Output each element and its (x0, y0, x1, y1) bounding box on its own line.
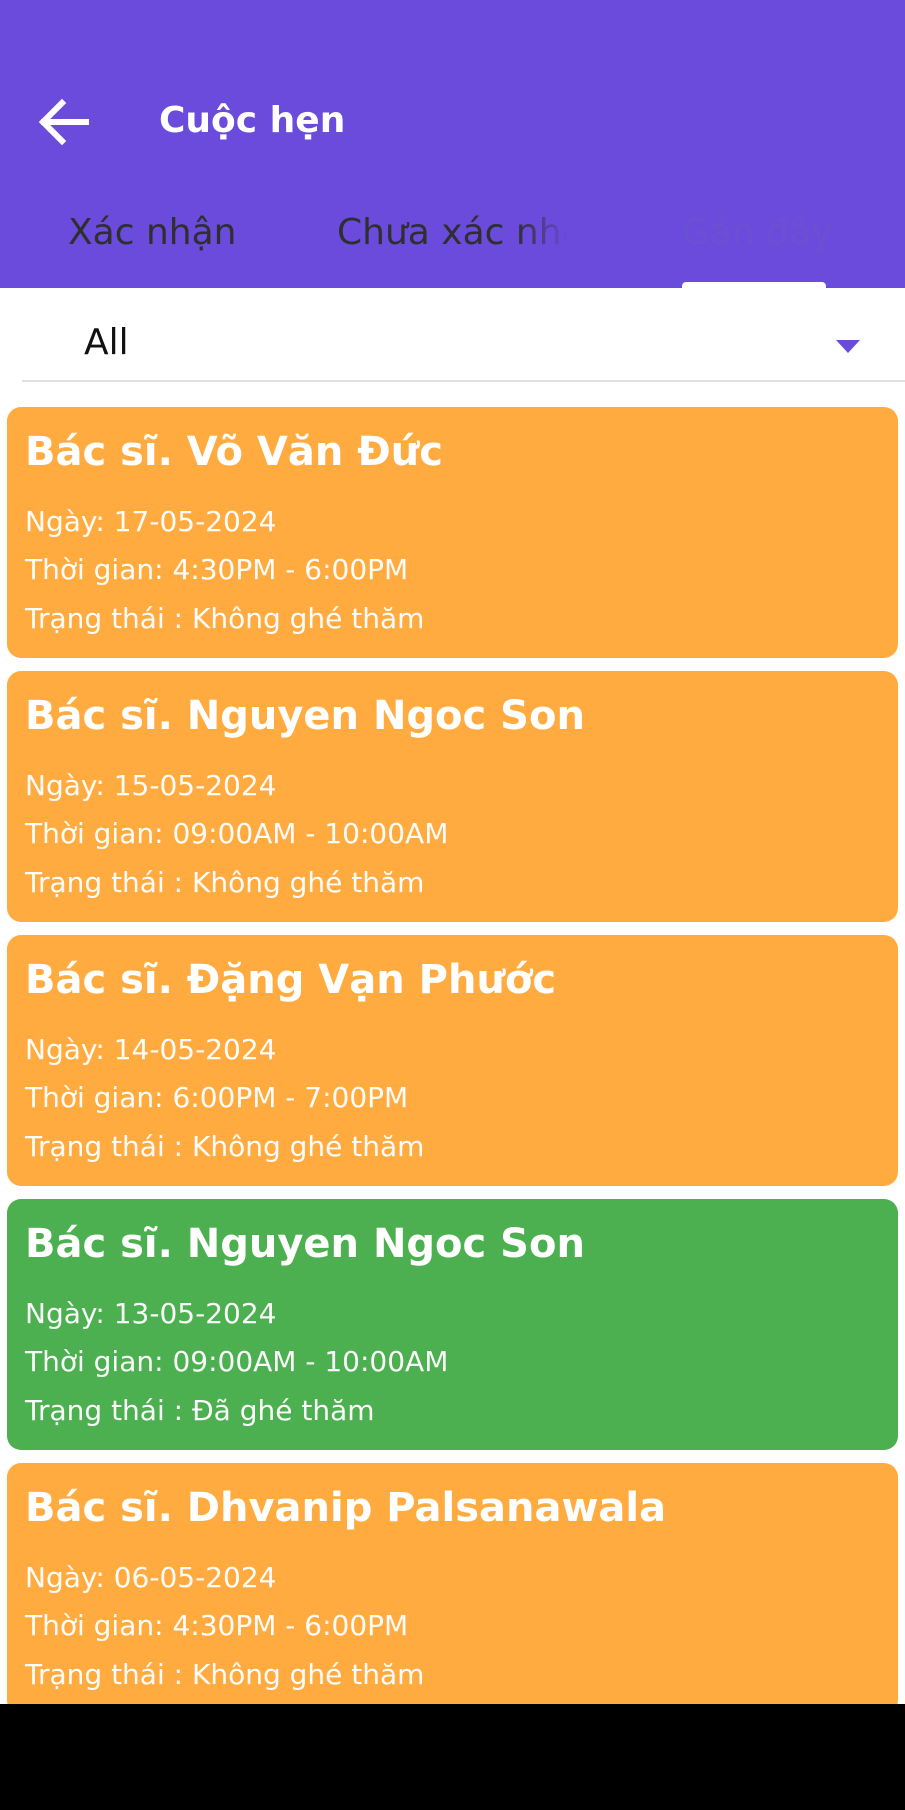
appointment-date: Ngày: 06-05-2024 (25, 1561, 277, 1594)
appointment-card[interactable]: Bác sĩ. Võ Văn Đức Ngày: 17-05-2024 Thời… (7, 407, 898, 658)
screen: Cuộc hẹn Xác nhận Chưa xác nhận Gần đây … (0, 0, 905, 1704)
appointment-status: Trạng thái : Không ghé thăm (25, 866, 425, 899)
tab-indicator (682, 282, 826, 290)
doctor-name: Bác sĩ. Nguyen Ngoc Son (25, 693, 585, 739)
appointment-time: Thời gian: 09:00AM - 10:00AM (25, 1345, 449, 1378)
page-title: Cuộc hẹn (159, 100, 346, 141)
tab-recent[interactable]: Gần đây (682, 212, 862, 272)
appointment-card[interactable]: Bác sĩ. Nguyen Ngoc Son Ngày: 13-05-2024… (7, 1199, 898, 1450)
appointment-card[interactable]: Bác sĩ. Đặng Vạn Phước Ngày: 14-05-2024 … (7, 935, 898, 1186)
doctor-name: Bác sĩ. Nguyen Ngoc Son (25, 1221, 585, 1267)
appointment-status: Trạng thái : Không ghé thăm (25, 1658, 425, 1691)
appointment-date: Ngày: 15-05-2024 (25, 769, 277, 802)
appointment-time: Thời gian: 4:30PM - 6:00PM (25, 553, 409, 586)
system-navigation-bar (0, 1704, 905, 1810)
arrow-left-icon (34, 92, 94, 157)
filter-dropdown[interactable]: All (22, 310, 905, 382)
appointment-time: Thời gian: 09:00AM - 10:00AM (25, 817, 449, 850)
tab-bar: Xác nhận Chưa xác nhận Gần đây (0, 200, 905, 290)
appointment-status: Trạng thái : Không ghé thăm (25, 1130, 425, 1163)
back-button[interactable] (28, 88, 100, 160)
appointment-card[interactable]: Bác sĩ. Nguyen Ngoc Son Ngày: 15-05-2024… (7, 671, 898, 922)
tab-confirmed[interactable]: Xác nhận (68, 212, 318, 272)
appointment-date: Ngày: 14-05-2024 (25, 1033, 277, 1066)
dropdown-arrow-icon (836, 340, 860, 353)
appointment-time: Thời gian: 6:00PM - 7:00PM (25, 1081, 409, 1114)
doctor-name: Bác sĩ. Dhvanip Palsanawala (25, 1485, 667, 1531)
appointment-status: Trạng thái : Đã ghé thăm (25, 1394, 375, 1427)
doctor-name: Bác sĩ. Võ Văn Đức (25, 429, 443, 475)
appointment-time: Thời gian: 4:30PM - 6:00PM (25, 1609, 409, 1642)
appointment-status: Trạng thái : Không ghé thăm (25, 602, 425, 635)
tab-unconfirmed[interactable]: Chưa xác nhận (337, 212, 567, 272)
appointment-card[interactable]: Bác sĩ. Dhvanip Palsanawala Ngày: 06-05-… (7, 1463, 898, 1704)
app-bar: Cuộc hẹn Xác nhận Chưa xác nhận Gần đây (0, 0, 905, 290)
doctor-name: Bác sĩ. Đặng Vạn Phước (25, 957, 557, 1003)
filter-selected-value: All (84, 322, 129, 363)
appointment-date: Ngày: 17-05-2024 (25, 505, 277, 538)
appointment-date: Ngày: 13-05-2024 (25, 1297, 277, 1330)
